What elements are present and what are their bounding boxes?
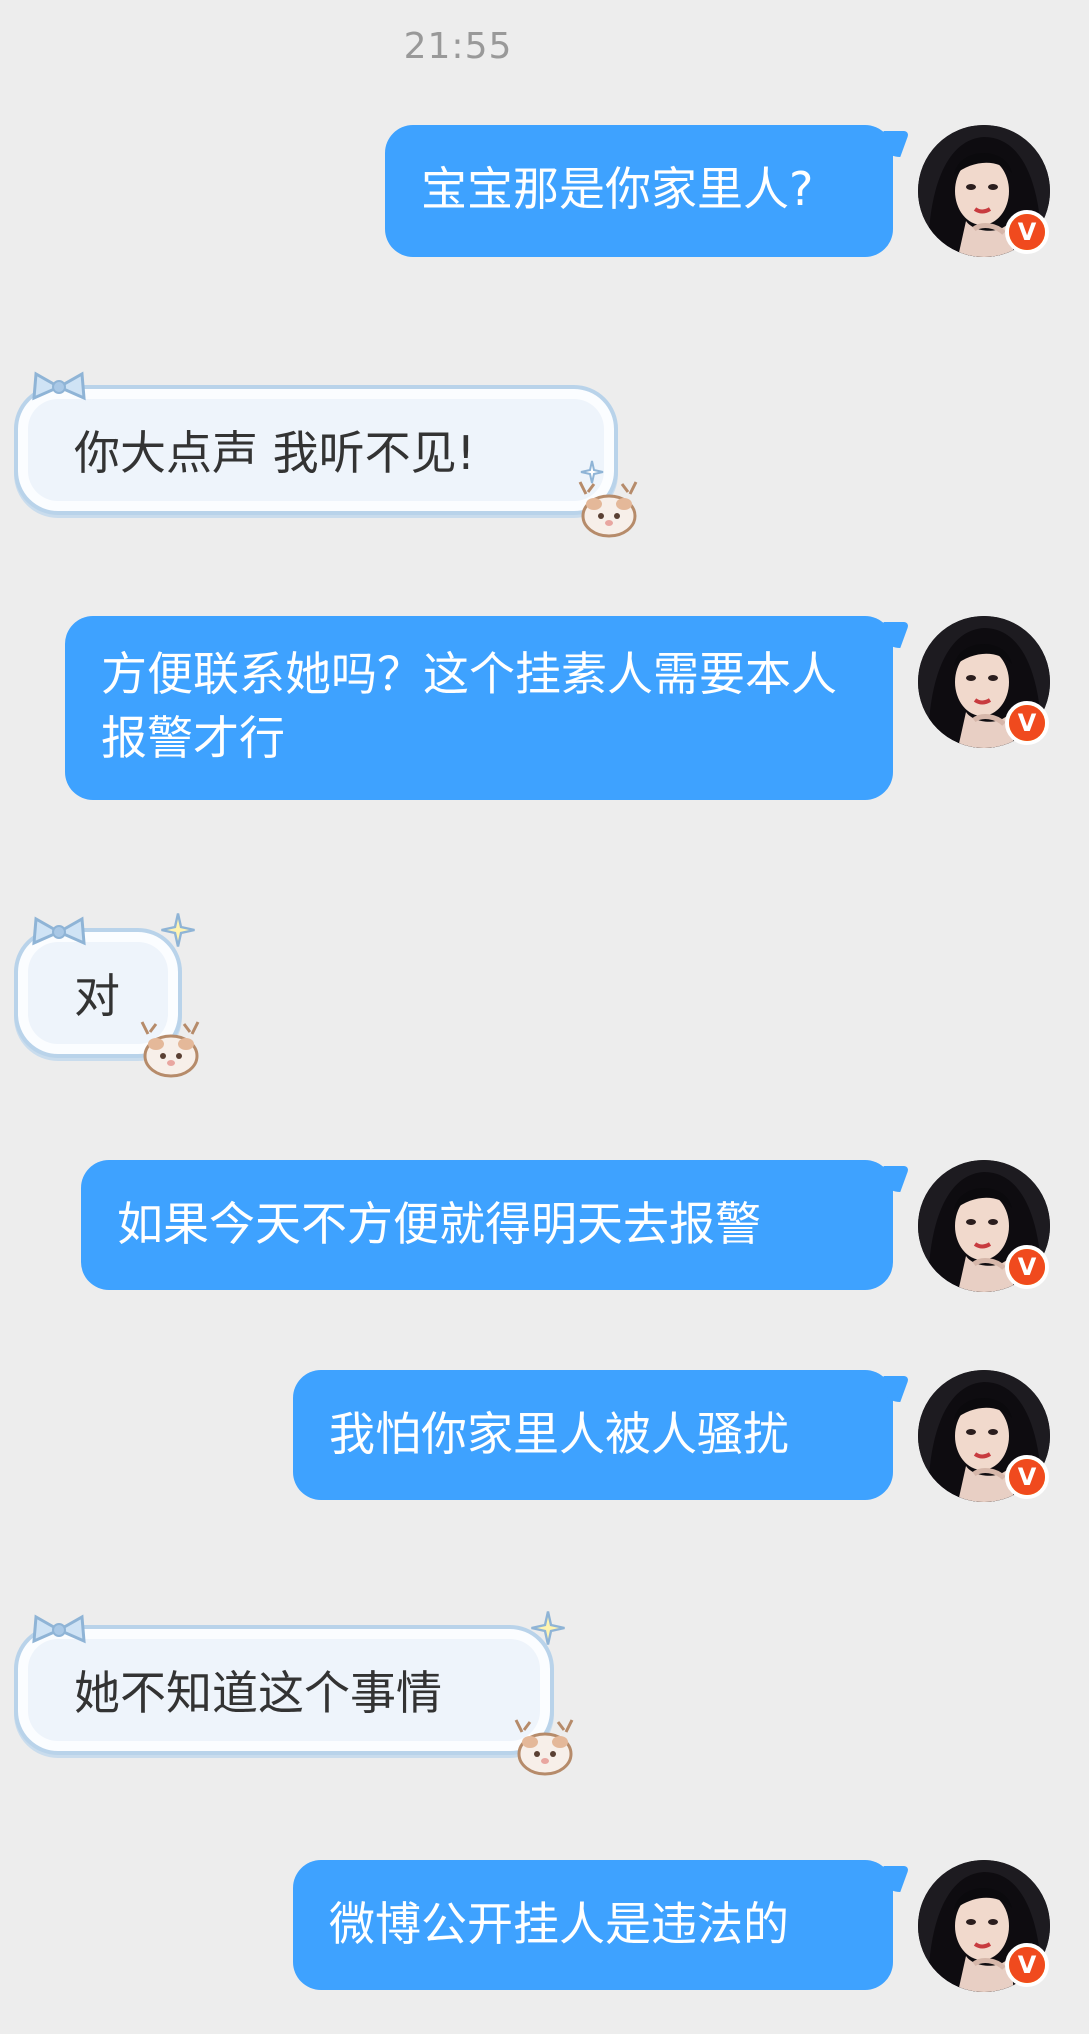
message-bubble-incoming[interactable]: 你大点声 我听不见!: [14, 385, 618, 515]
message-bubble-outgoing[interactable]: 宝宝那是你家里人?: [385, 125, 893, 257]
message-bubble-outgoing[interactable]: 方便联系她吗？这个挂素人需要本人报警才行: [65, 616, 893, 800]
verified-v-icon: V: [1009, 1459, 1045, 1495]
verified-badge-icon: V: [1005, 210, 1049, 254]
message-bubble-incoming[interactable]: 对: [14, 928, 182, 1058]
verified-v-icon: V: [1009, 214, 1045, 250]
verified-badge-icon: V: [1005, 1245, 1049, 1289]
verified-badge-icon: V: [1005, 1943, 1049, 1987]
message-bubble-outgoing[interactable]: 我怕你家里人被人骚扰: [293, 1370, 893, 1500]
verified-v-icon: V: [1009, 1947, 1045, 1983]
verified-badge-icon: V: [1005, 701, 1049, 745]
message-bubble-incoming[interactable]: 她不知道这个事情: [14, 1625, 554, 1755]
chat-timestamp: 21:55: [403, 26, 513, 67]
message-bubble-outgoing[interactable]: 如果今天不方便就得明天去报警: [81, 1160, 893, 1290]
verified-v-icon: V: [1009, 1249, 1045, 1285]
verified-badge-icon: V: [1005, 1455, 1049, 1499]
verified-v-icon: V: [1009, 705, 1045, 741]
message-bubble-outgoing[interactable]: 微博公开挂人是违法的: [293, 1860, 893, 1990]
